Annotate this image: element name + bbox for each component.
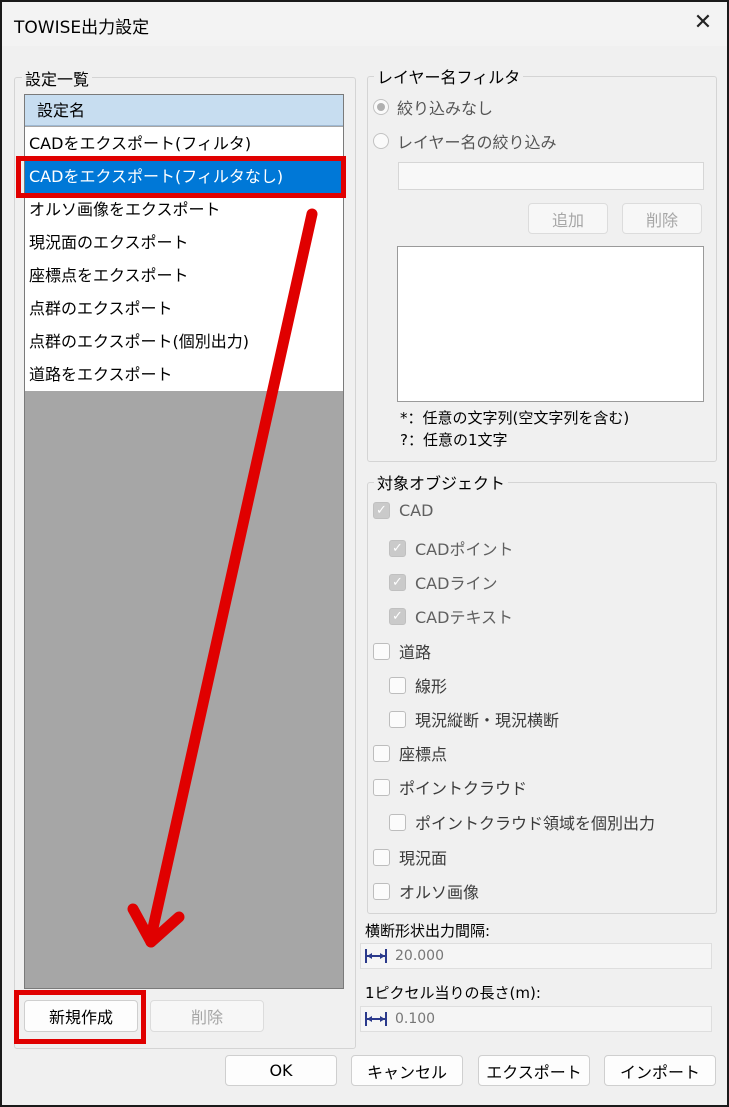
checkbox-cad-text[interactable]: ✓ CADテキスト — [389, 604, 513, 628]
new-setting-button[interactable]: 新規作成 — [24, 1000, 138, 1032]
list-item[interactable]: 現況面のエクスポート — [25, 226, 343, 259]
checkbox-label: 線形 — [415, 677, 448, 696]
checkbox-point-cloud-individual[interactable]: ポイントクラウド領域を個別出力 — [389, 810, 655, 834]
title-bar: TOWISE出力設定 ✕ — [2, 2, 727, 46]
radio-layer-filter-label: レイヤー名の絞り込み — [397, 133, 557, 152]
checkbox-point-cloud[interactable]: ポイントクラウド — [373, 775, 527, 799]
cross-section-interval-input[interactable]: 20.000 — [360, 943, 712, 969]
checkbox-ortho-image[interactable]: オルソ画像 — [373, 879, 479, 903]
checkbox-label: 道路 — [399, 643, 432, 662]
checkbox-label: CAD — [399, 501, 434, 520]
export-button[interactable]: エクスポート — [478, 1055, 590, 1086]
list-item[interactable]: CADをエクスポート(フィルタ) — [25, 127, 343, 160]
list-item[interactable]: 道路をエクスポート — [25, 358, 343, 391]
checkbox-checked-icon: ✓ — [389, 539, 406, 557]
settings-list-header[interactable]: 設定名 — [25, 95, 343, 126]
checkbox-icon — [373, 848, 390, 866]
layer-filter-input[interactable] — [398, 162, 704, 190]
radio-icon — [373, 133, 389, 149]
delete-setting-button[interactable]: 削除 — [150, 1000, 264, 1032]
close-button[interactable]: ✕ — [685, 6, 721, 38]
list-item[interactable]: 座標点をエクスポート — [25, 259, 343, 292]
cross-section-interval-value: 20.000 — [395, 948, 444, 964]
close-icon: ✕ — [693, 9, 713, 35]
width-measure-icon — [365, 1012, 387, 1026]
checkbox-icon — [373, 642, 390, 660]
dialog-window: TOWISE出力設定 ✕ 設定一覧 設定名 CADをエクスポート(フィルタ) C… — [0, 0, 729, 1107]
layer-delete-button[interactable]: 削除 — [622, 203, 702, 234]
pixel-length-input[interactable]: 0.100 — [360, 1006, 712, 1032]
checkbox-coordinate-point[interactable]: 座標点 — [373, 741, 447, 765]
checkbox-profile[interactable]: 現況縦断・現況横断 — [389, 707, 559, 731]
checkbox-label: 現況縦断・現況横断 — [415, 711, 560, 730]
wildcard-hint-question: ?：任意の1文字 — [400, 431, 508, 449]
checkbox-icon — [373, 882, 390, 900]
checkbox-icon — [373, 778, 390, 796]
list-item[interactable]: 点群のエクスポート — [25, 292, 343, 325]
pixel-length-label: 1ピクセル当りの長さ(m): — [365, 984, 541, 1002]
list-item-selected[interactable]: CADをエクスポート(フィルタなし) — [25, 160, 343, 193]
checkbox-icon — [389, 813, 406, 831]
list-item[interactable]: 点群のエクスポート(個別出力) — [25, 325, 343, 358]
checkbox-alignment[interactable]: 線形 — [389, 673, 447, 697]
layer-add-button[interactable]: 追加 — [528, 203, 608, 234]
wildcard-hint-asterisk: *：任意の文字列(空文字列を含む) — [400, 409, 630, 427]
checkbox-cad-line[interactable]: ✓ CADライン — [389, 570, 497, 594]
layer-filter-listbox[interactable] — [397, 246, 704, 402]
checkbox-icon — [389, 710, 406, 728]
checkbox-icon — [373, 744, 390, 762]
settings-list[interactable]: 設定名 CADをエクスポート(フィルタ) CADをエクスポート(フィルタなし) … — [24, 94, 344, 989]
checkbox-checked-icon: ✓ — [389, 607, 406, 625]
cancel-button[interactable]: キャンセル — [351, 1055, 463, 1086]
radio-icon-checked — [373, 99, 389, 115]
window-title: TOWISE出力設定 — [14, 18, 150, 38]
checkbox-label: CADライン — [415, 574, 498, 593]
checkbox-checked-icon: ✓ — [389, 573, 406, 591]
checkbox-surface[interactable]: 現況面 — [373, 845, 447, 869]
checkbox-cad-point[interactable]: ✓ CADポイント — [389, 536, 513, 560]
checkbox-label: 座標点 — [399, 745, 448, 764]
pixel-length-value: 0.100 — [395, 1011, 436, 1027]
target-objects-label: 対象オブジェクト — [374, 470, 509, 494]
checkbox-label: CADポイント — [415, 540, 514, 559]
radio-no-filter[interactable]: 絞り込みなし — [373, 95, 493, 119]
cross-section-interval-label: 横断形状出力間隔: — [365, 922, 491, 940]
settings-list-label: 設定一覧 — [22, 66, 93, 90]
list-item[interactable]: オルソ画像をエクスポート — [25, 193, 343, 226]
checkbox-icon — [389, 676, 406, 694]
checkbox-label: 現況面 — [399, 849, 448, 868]
checkbox-label: ポイントクラウド — [399, 779, 528, 798]
checkbox-cad[interactable]: ✓ CAD — [373, 501, 433, 520]
layer-filter-label: レイヤー名フィルタ — [374, 64, 524, 88]
radio-no-filter-label: 絞り込みなし — [397, 99, 494, 118]
checkbox-label: オルソ画像 — [399, 883, 480, 902]
checkbox-label: ポイントクラウド領域を個別出力 — [415, 814, 656, 833]
checkbox-checked-icon: ✓ — [373, 502, 390, 519]
ok-button[interactable]: OK — [225, 1055, 337, 1086]
import-button[interactable]: インポート — [604, 1055, 716, 1086]
radio-layer-filter[interactable]: レイヤー名の絞り込み — [373, 129, 557, 153]
checkbox-road[interactable]: 道路 — [373, 639, 431, 663]
checkbox-label: CADテキスト — [415, 608, 513, 627]
width-measure-icon — [365, 949, 387, 963]
